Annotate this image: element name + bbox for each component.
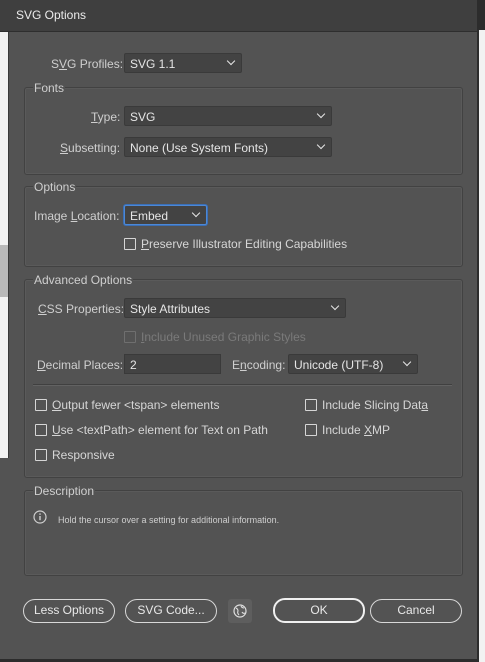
background-window-edge-right: [477, 0, 485, 662]
image-location-dropdown[interactable]: Embed: [124, 205, 207, 225]
fonts-group: [24, 87, 463, 175]
window-title: SVG Options: [16, 8, 87, 22]
chevron-down-icon: [402, 357, 412, 367]
svg-profiles-label: SVG Profiles:: [51, 57, 124, 71]
title-bar[interactable]: SVG Options: [0, 0, 477, 32]
background-window-edge-left: [0, 32, 9, 458]
description-group-label: Description: [33, 484, 96, 498]
svg-code-button[interactable]: SVG Code...: [125, 599, 217, 623]
fonts-group-label: Fonts: [33, 81, 66, 95]
cancel-button[interactable]: Cancel: [370, 599, 462, 623]
subsetting-dropdown[interactable]: None (Use System Fonts): [124, 137, 332, 157]
ok-button[interactable]: OK: [273, 598, 365, 623]
type-label: Type:: [91, 110, 121, 124]
type-dropdown[interactable]: SVG: [124, 106, 332, 126]
chevron-down-icon: [316, 109, 326, 119]
css-properties-dropdown[interactable]: Style Attributes: [124, 298, 346, 318]
decimal-places-label: Decimal Places:: [37, 358, 124, 372]
subsetting-label: Subsetting:: [60, 141, 121, 155]
options-group: [24, 186, 463, 267]
web-preview-button[interactable]: [228, 599, 252, 623]
chevron-down-icon: [330, 301, 340, 311]
options-group-label: Options: [33, 180, 77, 194]
advanced-separator: [33, 384, 452, 386]
image-location-label: Image Location:: [34, 209, 120, 223]
decimal-places-input[interactable]: 2: [124, 354, 221, 374]
description-group: [24, 490, 463, 576]
description-text: Hold the cursor over a setting for addit…: [58, 515, 280, 525]
chevron-down-icon: [226, 56, 236, 66]
advanced-options-group-label: Advanced Options: [33, 273, 134, 287]
info-icon: [33, 510, 47, 527]
chevron-down-icon: [316, 140, 326, 150]
svg-profiles-dropdown[interactable]: SVG 1.1: [124, 53, 242, 73]
less-options-button[interactable]: Less Options: [23, 599, 115, 623]
globe-icon: [233, 604, 247, 618]
encoding-label: Encoding:: [232, 358, 286, 372]
chevron-down-icon: [191, 208, 201, 218]
encoding-dropdown[interactable]: Unicode (UTF-8): [288, 354, 418, 374]
css-properties-label: CSS Properties:: [38, 302, 125, 316]
